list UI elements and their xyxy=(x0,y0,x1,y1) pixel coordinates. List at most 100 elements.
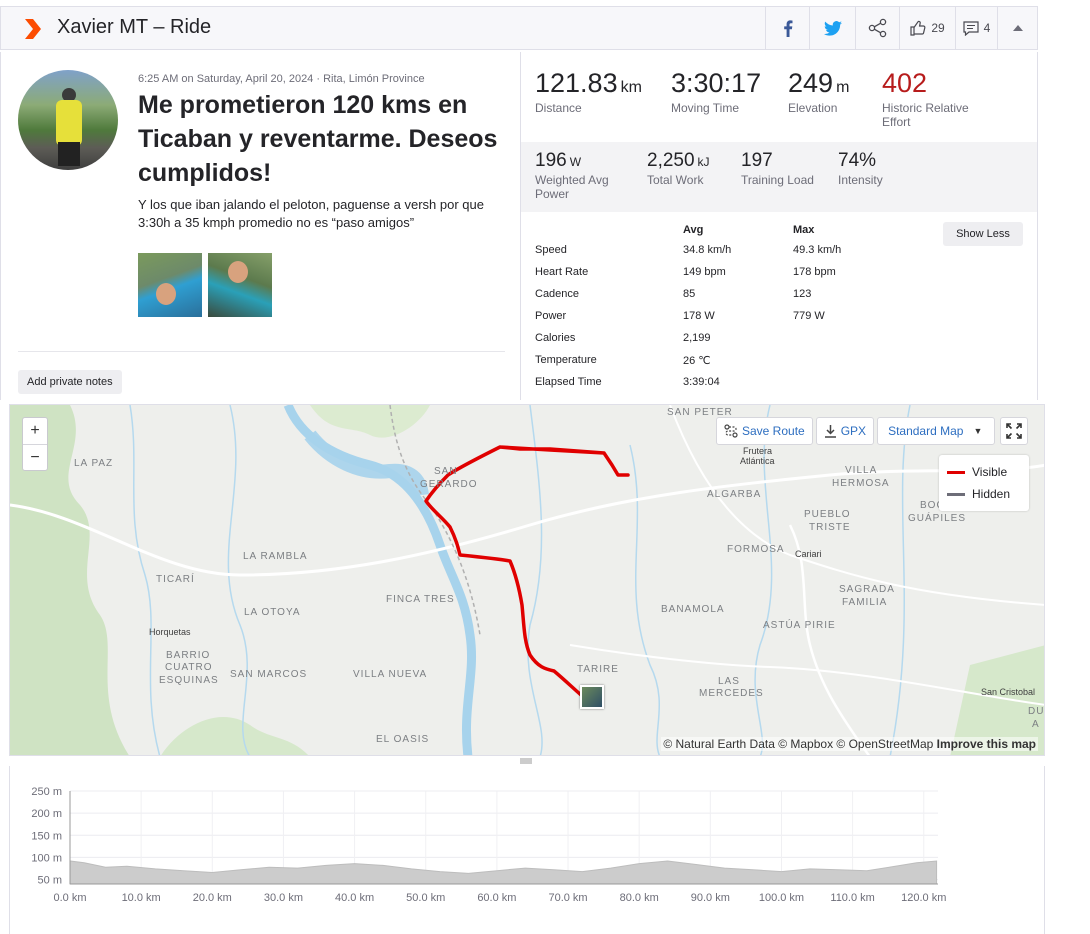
place-label: TARIRE xyxy=(577,664,619,675)
elevation-chart[interactable]: 250 m 200 m 150 m 100 m 50 m 0.0 km 10.0 km 20.… xyxy=(10,766,1044,934)
col-head-avg: Avg xyxy=(683,224,704,236)
improve-map-link[interactable]: Improve this map xyxy=(937,737,1036,751)
stat-row-label: Power xyxy=(535,310,567,322)
show-less-button[interactable]: Show Less xyxy=(943,222,1023,246)
photo-marker[interactable] xyxy=(580,685,604,709)
map-attribution: © Natural Earth Data © Mapbox © OpenStre… xyxy=(661,737,1038,751)
place-label: ASTÚA PIRIE xyxy=(763,620,836,631)
twitter-share-button[interactable] xyxy=(809,7,855,49)
place-label: VILLA NUEVA xyxy=(353,669,428,680)
legend-swatch xyxy=(947,492,965,496)
road xyxy=(10,463,1044,577)
stat-distance: 121.83 km Distance xyxy=(535,68,642,115)
zoom-out-button[interactable]: − xyxy=(23,444,47,470)
place-label: Horquetas xyxy=(149,627,191,637)
place-label: LA PAZ xyxy=(74,458,114,469)
fullscreen-button[interactable] xyxy=(1000,417,1028,445)
x-tick-label: 80.0 km xyxy=(620,892,659,904)
stat-unit: km xyxy=(620,79,642,96)
stat-value: 2,250 xyxy=(647,150,695,171)
facebook-share-button[interactable] xyxy=(765,7,809,49)
comments-count: 4 xyxy=(983,21,991,35)
map-type-select[interactable]: Standard Map ▼ xyxy=(877,417,996,445)
x-tick-label: 40.0 km xyxy=(335,892,374,904)
stat-row-max: 49.3 km/h xyxy=(793,244,842,256)
stream xyxy=(889,405,911,755)
save-route-label: Save Route xyxy=(742,424,805,438)
x-tick-label: 0.0 km xyxy=(53,892,86,904)
comments-button[interactable]: 4 xyxy=(955,7,997,49)
stat-row-label: Heart Rate xyxy=(535,266,589,278)
col-head-max: Max xyxy=(793,224,815,236)
stat-moving-time: 3:30:17 Moving Time xyxy=(671,68,761,115)
place-label: Cariari xyxy=(795,549,822,559)
stat-row-max: 178 bpm xyxy=(793,266,836,278)
stat-row: Heart Rate 149 bpm 178 bpm xyxy=(535,266,865,288)
legend-label: Visible xyxy=(972,465,1008,479)
save-route-button[interactable]: Save Route xyxy=(716,417,813,445)
gpx-label: GPX xyxy=(840,424,867,438)
place-label: PUEBLO xyxy=(804,509,851,520)
y-tick-label: 250 m xyxy=(31,786,62,798)
stat-value: 74% xyxy=(838,150,877,171)
chevron-down-icon: ▼ xyxy=(973,426,983,436)
stat-total-work: 2,250 kJ Total Work xyxy=(647,150,710,187)
activity-description: Y los que iban jalando el peloton, pague… xyxy=(138,197,484,230)
stat-row-avg: 3:39:04 xyxy=(683,376,720,388)
twitter-icon xyxy=(823,20,842,36)
stat-value: 3:30:17 xyxy=(671,68,762,98)
share-button[interactable] xyxy=(855,7,899,49)
activity-photo[interactable] xyxy=(208,253,272,317)
stat-row: Cadence 85 123 xyxy=(535,288,865,310)
activity-photo[interactable] xyxy=(138,253,202,317)
gpx-download-button[interactable]: GPX xyxy=(815,417,875,445)
stat-row-label: Speed xyxy=(535,244,567,256)
x-tick-label: 100.0 km xyxy=(759,892,804,904)
stat-relative-effort[interactable]: 402 Historic Relative Effort xyxy=(882,68,982,129)
place-label: VILLA xyxy=(845,465,878,476)
resize-handle-icon[interactable] xyxy=(520,758,532,764)
zoom-in-button[interactable]: + xyxy=(23,418,47,444)
stat-row-max: 123 xyxy=(793,288,812,300)
header-actions: 29 4 xyxy=(765,7,1037,49)
stat-label: Total Work xyxy=(647,173,704,187)
place-label: BANAMOLA xyxy=(661,604,725,615)
place-label: EL OASIS xyxy=(376,734,430,745)
collapse-header-button[interactable] xyxy=(997,7,1037,49)
place-label: TICARÍ xyxy=(156,574,195,585)
elevation-area[interactable] xyxy=(69,860,938,885)
stat-row-avg: 178 W xyxy=(683,310,715,322)
strava-chevron-icon xyxy=(25,19,41,39)
athlete-avatar[interactable] xyxy=(18,70,118,170)
place-label: San Cristobal xyxy=(981,687,1036,697)
stat-row: Speed 34.8 km/h 49.3 km/h xyxy=(535,244,865,266)
stat-training-load[interactable]: 197 Training Load xyxy=(741,150,814,187)
header-title: Xavier MT – Ride xyxy=(57,16,212,38)
attribution-text[interactable]: © Natural Earth Data © Mapbox © OpenStre… xyxy=(663,737,933,751)
kudos-button[interactable]: 29 xyxy=(899,7,955,49)
stat-label: Weighted Avg Power xyxy=(535,173,609,201)
stat-row-label: Calories xyxy=(535,332,576,344)
x-tick-label: 60.0 km xyxy=(477,892,516,904)
stat-unit: m xyxy=(836,79,850,96)
place-label: Frutera xyxy=(743,446,773,456)
place-label: FINCA TRES xyxy=(386,594,455,605)
thumbs-up-icon xyxy=(910,20,926,36)
zoom-control: + − xyxy=(22,417,48,471)
place-label: SAN xyxy=(434,466,458,477)
park-area xyxy=(310,405,430,438)
place-label: FAMILIA xyxy=(842,597,888,608)
river xyxy=(283,405,477,755)
activity-summary-panel: 6:25 AM on Saturday, April 20, 2024 · Ri… xyxy=(0,52,520,400)
route-map[interactable]: SAN PETER LA PAZ SAN GERARDO Frutera Atl… xyxy=(9,404,1045,756)
add-private-notes-button[interactable]: Add private notes xyxy=(18,370,122,394)
place-label: HERMOSA xyxy=(832,478,890,489)
share-icon xyxy=(868,18,886,38)
stat-intensity[interactable]: 74% Intensity xyxy=(838,150,883,187)
stream xyxy=(527,405,543,755)
legend-swatch xyxy=(947,470,965,474)
stat-row-label: Cadence xyxy=(535,288,580,300)
place-label: LAS xyxy=(718,676,740,687)
place-label: ALGARBA xyxy=(707,489,762,500)
river xyxy=(304,430,429,497)
